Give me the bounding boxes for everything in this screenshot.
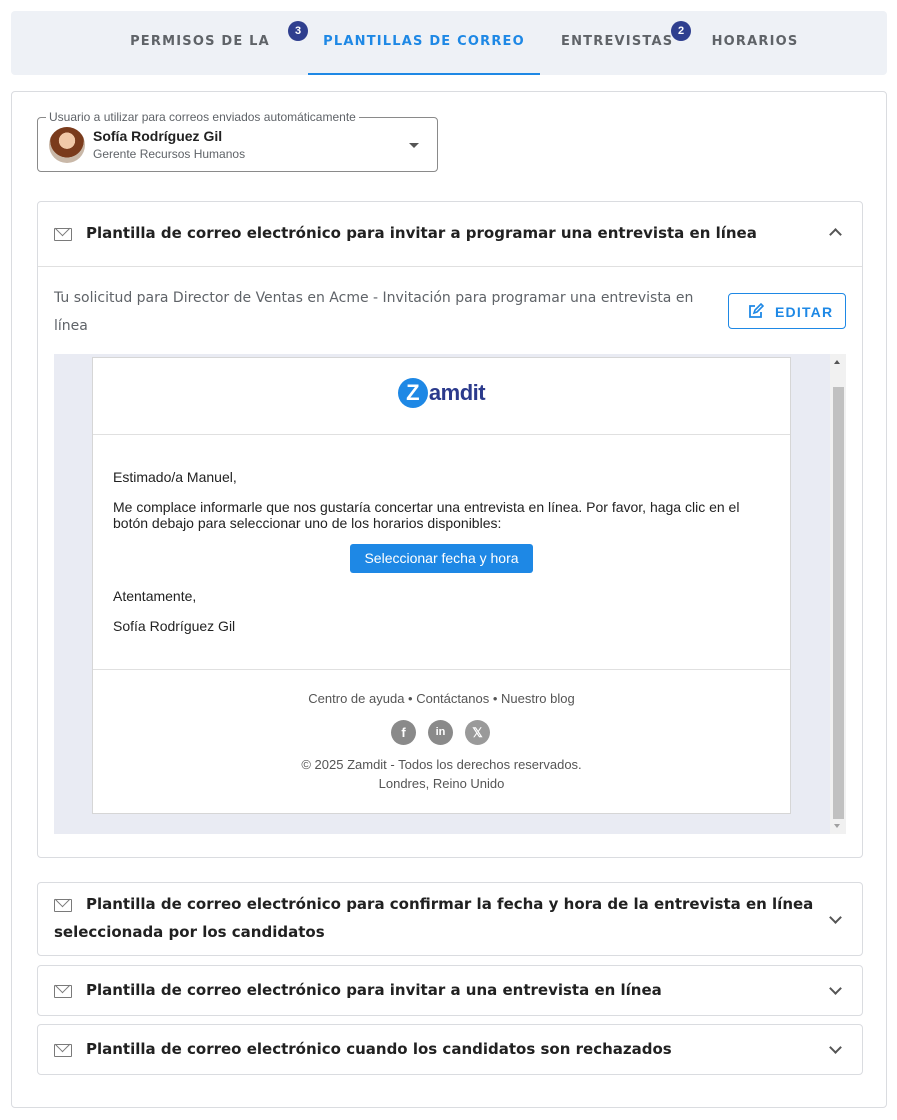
email-signature: Sofía Rodríguez Gil — [113, 618, 236, 634]
tab-label: PLANTILLAS DE CORREO — [323, 34, 525, 49]
logo-text: amdit — [428, 380, 486, 405]
x-icon[interactable]: 𝕏 — [465, 720, 490, 745]
template-panel-rejected[interactable]: Plantilla de correo electrónico cuando l… — [37, 1024, 863, 1075]
template-panel-online-invite[interactable]: Plantilla de correo electrónico para inv… — [37, 965, 863, 1016]
panel-header[interactable]: Plantilla de correo electrónico para inv… — [38, 202, 862, 266]
select-date-time-button[interactable]: Seleccionar fecha y hora — [350, 544, 533, 573]
sender-user-select[interactable]: Usuario a utilizar para correos enviados… — [37, 110, 438, 172]
tab-label: ENTREVISTAS — [561, 34, 674, 49]
location-text: Londres, Reino Unido — [378, 776, 505, 791]
panel-header[interactable]: Plantilla de correo electrónico cuando l… — [38, 1025, 862, 1076]
tab-schedules[interactable]: HORARIOS — [709, 11, 801, 75]
tab-badge-count: 2 — [671, 21, 691, 41]
panel-header[interactable]: Plantilla de correo electrónico para inv… — [38, 966, 862, 1017]
mail-icon — [54, 985, 72, 998]
chevron-down-icon[interactable] — [829, 911, 842, 924]
contact-link[interactable]: Contáctanos — [416, 691, 489, 706]
chevron-down-icon[interactable] — [829, 982, 842, 995]
social-icons: f in 𝕏 — [391, 720, 495, 746]
zamdit-logo: Zamdit — [93, 378, 790, 414]
tab-email-templates[interactable]: PLANTILLAS DE CORREO — [308, 11, 540, 75]
tab-stage-permissions[interactable]: PERMISOS DE LA ETAPA — [103, 11, 297, 111]
template-panel-confirm-date[interactable]: Plantilla de correo electrónico para con… — [37, 882, 863, 956]
email-templates-card: Usuario a utilizar para correos enviados… — [11, 91, 887, 1108]
select-legend: Usuario a utilizar para correos enviados… — [46, 110, 359, 124]
email-greeting: Estimado/a Manuel, — [113, 469, 237, 485]
panel-title: Plantilla de correo electrónico para inv… — [86, 981, 662, 999]
sender-role: Gerente Recursos Humanos — [93, 147, 246, 161]
divider — [93, 434, 790, 435]
email-closing: Atentamente, — [113, 588, 197, 604]
scrollbar-thumb[interactable] — [833, 387, 844, 819]
active-tab-indicator — [308, 73, 540, 75]
scroll-up-arrow-icon[interactable] — [834, 360, 840, 364]
panel-title: Plantilla de correo electrónico para con… — [54, 895, 814, 941]
template-panel-schedule-invite: Plantilla de correo electrónico para inv… — [37, 201, 863, 858]
separator: • — [489, 691, 501, 706]
panel-title: Plantilla de correo electrónico cuando l… — [86, 1040, 672, 1058]
help-center-link[interactable]: Centro de ayuda — [308, 691, 404, 706]
copyright-text: © 2025 Zamdit - Todos los derechos reser… — [301, 757, 582, 772]
email-preview[interactable]: Zamdit Estimado/a Manuel, Me complace in… — [54, 354, 846, 834]
divider — [38, 266, 862, 267]
panel-title: Plantilla de correo electrónico para inv… — [86, 224, 757, 242]
preview-scrollbar[interactable] — [830, 354, 846, 834]
mail-icon — [54, 1044, 72, 1057]
linkedin-icon[interactable]: in — [428, 720, 453, 745]
avatar — [49, 127, 85, 163]
email-body: Zamdit Estimado/a Manuel, Me complace in… — [92, 357, 791, 814]
mail-icon — [54, 228, 72, 241]
edit-button-label: EDITAR — [775, 304, 834, 320]
edit-button[interactable]: EDITAR — [728, 293, 846, 329]
tab-badge-count: 3 — [288, 21, 308, 41]
tab-interviews[interactable]: ENTREVISTAS — [561, 11, 674, 75]
sender-name: Sofía Rodríguez Gil — [93, 128, 223, 144]
footer-links: Centro de ayuda • Contáctanos • Nuestro … — [93, 691, 790, 706]
facebook-icon[interactable]: f — [391, 720, 416, 745]
panel-header[interactable]: Plantilla de correo electrónico para con… — [38, 883, 862, 957]
edit-icon — [749, 303, 764, 318]
email-subject: Tu solicitud para Director de Ventas en … — [54, 290, 694, 334]
blog-link[interactable]: Nuestro blog — [501, 691, 575, 706]
chevron-up-icon[interactable] — [829, 228, 842, 241]
separator: • — [404, 691, 417, 706]
tab-label: HORARIOS — [711, 34, 799, 49]
divider — [93, 669, 790, 670]
scroll-down-arrow-icon[interactable] — [834, 824, 840, 828]
tab-bar: PERMISOS DE LA ETAPA 3 PLANTILLAS DE COR… — [11, 11, 887, 111]
email-body-text: Me complace informarle que nos gustaría … — [113, 499, 740, 531]
dropdown-arrow-icon — [409, 143, 419, 148]
logo-mark: Z — [397, 378, 428, 408]
chevron-down-icon[interactable] — [829, 1041, 842, 1054]
